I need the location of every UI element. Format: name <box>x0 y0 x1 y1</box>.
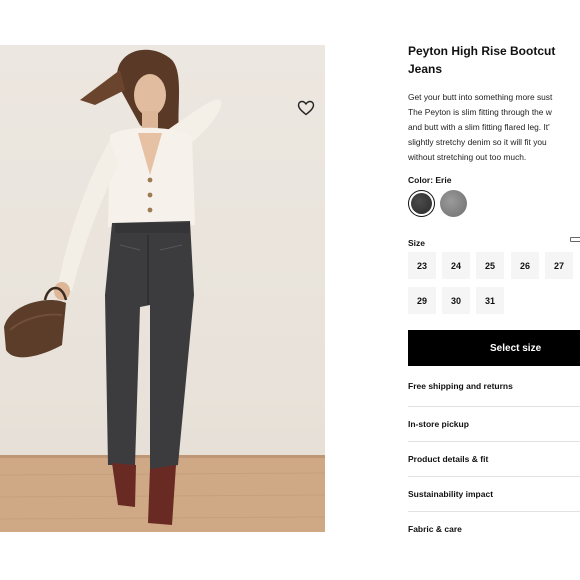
color-swatch-erie[interactable] <box>408 190 435 217</box>
color-label: Color: Erie <box>408 175 452 185</box>
heart-icon[interactable] <box>297 100 315 116</box>
product-description: Get your butt into something more sust T… <box>408 90 580 165</box>
size-option-31[interactable]: 31 <box>476 287 504 314</box>
accordion-in-store-pickup[interactable]: In-store pickup <box>408 419 580 429</box>
description-line: and butt with a slim fitting flared leg.… <box>408 122 550 132</box>
model-photo <box>0 49 325 532</box>
select-size-button[interactable]: Select size <box>408 330 580 366</box>
accordion-product-details[interactable]: Product details & fit <box>408 454 580 464</box>
size-label: Size <box>408 238 426 248</box>
accordion-sustainability[interactable]: Sustainability impact <box>408 489 580 499</box>
size-option-26[interactable]: 26 <box>511 252 539 279</box>
size-option-23[interactable]: 23 <box>408 252 436 279</box>
description-line: slightly stretchy denim so it will fit y… <box>408 137 547 147</box>
description-line: Get your butt into something more sust <box>408 92 553 102</box>
description-line: without stretching out too much. <box>408 152 527 162</box>
divider <box>408 406 580 407</box>
size-option-24[interactable]: 24 <box>442 252 470 279</box>
size-option-25[interactable]: 25 <box>476 252 504 279</box>
size-option-27[interactable]: 27 <box>545 252 573 279</box>
product-title: Peyton High Rise Bootcut Jeans <box>408 44 556 76</box>
divider <box>408 441 580 442</box>
description-line: The Peyton is slim fitting through the w <box>408 107 552 117</box>
product-image[interactable] <box>0 45 325 532</box>
product-info-panel: Peyton High Rise Bootcut Jeans Get your … <box>408 40 580 580</box>
divider <box>408 476 580 477</box>
accordion-fabric-care[interactable]: Fabric & care <box>408 524 580 534</box>
color-swatch-grey[interactable] <box>440 190 467 217</box>
divider <box>408 511 580 512</box>
size-option-30[interactable]: 30 <box>442 287 470 314</box>
size-option-29[interactable]: 29 <box>408 287 436 314</box>
accordion-free-shipping[interactable]: Free shipping and returns <box>408 381 580 391</box>
ruler-icon[interactable] <box>570 237 580 242</box>
